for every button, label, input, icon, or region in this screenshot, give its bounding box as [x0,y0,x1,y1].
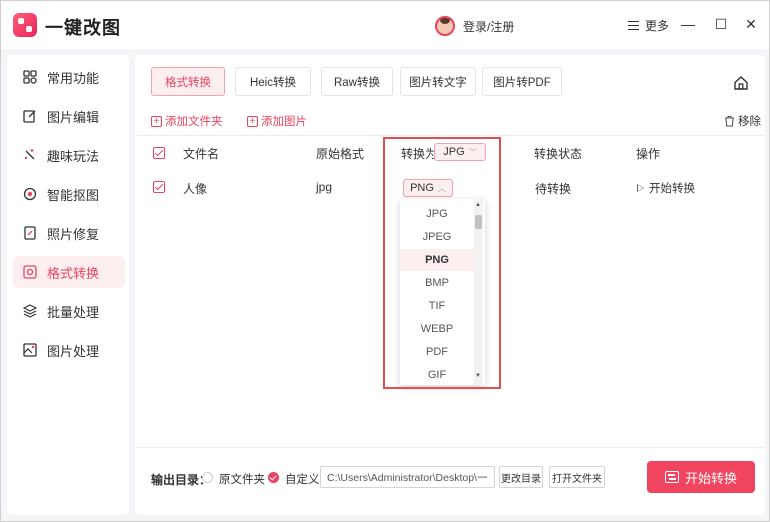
row-original-format: jpg [316,180,333,194]
sidebar-item-repair[interactable]: 照片修复 [13,217,125,249]
header-filename: 文件名 [183,147,220,161]
sidebar: 常用功能 图片编辑 趣味玩法 智能抠图 照片修复 格式转换 批量处理 图片处理 [7,55,129,515]
sidebar-item-edit[interactable]: 图片编辑 [13,100,125,132]
tab-raw-convert[interactable]: Raw转换 [321,67,393,96]
avatar-icon [435,16,455,36]
row-status: 待转换 [535,182,572,196]
start-convert-label: 开始转换 [684,470,737,486]
sidebar-item-label: 智能抠图 [47,187,100,203]
repair-icon [23,226,37,240]
edit-icon [23,109,37,123]
trash-icon [725,115,734,127]
tab-format-convert[interactable]: 格式转换 [151,67,225,96]
scroll-up-icon[interactable]: ▲ [475,202,481,208]
format-option-png[interactable]: PNG [400,249,474,271]
layers-icon [23,304,37,318]
format-option-bmp[interactable]: BMP [400,272,474,294]
remove-button[interactable]: 移除 [724,113,761,129]
image-icon [23,343,37,357]
dropdown-scrollbar[interactable]: ▲ ▼ [474,199,483,385]
sidebar-item-batch[interactable]: 批量处理 [13,295,125,327]
play-icon [637,184,644,192]
chevron-up-icon: ︿ [437,183,446,193]
tab-image-to-pdf[interactable]: 图片转PDF [482,67,562,96]
plus-icon: + [247,115,258,127]
row-action-label: 开始转换 [649,183,695,195]
close-button[interactable]: ✕ [742,15,760,33]
sidebar-item-label: 图片编辑 [47,109,100,125]
maximize-button[interactable]: ☐ [712,15,730,33]
select-all-checkbox[interactable] [153,147,165,159]
format-option-jpg[interactable]: JPG [400,203,474,225]
menu-icon [628,21,639,30]
sidebar-item-label: 常用功能 [47,70,100,86]
tab-heic-convert[interactable]: Heic转换 [235,67,311,96]
change-directory-button[interactable]: 更改目录 [499,466,543,488]
sidebar-item-cutout[interactable]: 智能抠图 [13,178,125,210]
more-menu-button[interactable]: 更多 [628,17,669,34]
convert-all-value: JPG [443,146,465,158]
target-icon [23,187,37,201]
login-label: 登录/注册 [463,19,515,34]
sidebar-item-image-process[interactable]: 图片处理 [13,334,125,366]
radio-original-folder[interactable] [202,472,213,483]
main-panel: 格式转换 Heic转换 Raw转换 图片转文字 图片转PDF + 添加文件夹 +… [135,55,765,515]
radio-custom-folder[interactable] [268,472,279,483]
row-format-value: PNG [410,182,434,194]
remove-label: 移除 [738,116,761,128]
header-action: 操作 [636,147,661,161]
header-convert-to: 转换为 [401,147,438,161]
add-image-label: 添加图片 [261,116,307,128]
start-convert-button[interactable]: 开始转换 [647,461,755,493]
scroll-thumb[interactable] [475,215,482,229]
login-button[interactable]: 登录/注册 [435,16,514,36]
title-bar: 一键改图 登录/注册 更多 — ☐ ✕ [1,1,769,49]
add-folder-label: 添加文件夹 [165,116,223,128]
divider [135,135,765,136]
open-folder-button[interactable]: 打开文件夹 [549,466,605,488]
row-filename: 人像 [183,182,208,196]
sidebar-item-label: 照片修复 [47,226,100,242]
add-folder-button[interactable]: + 添加文件夹 [151,113,223,129]
divider [135,447,765,448]
convert-icon [664,471,679,483]
format-option-pdf[interactable]: PDF [400,341,474,363]
sidebar-item-label: 趣味玩法 [47,148,100,164]
output-path-input[interactable] [320,466,495,488]
header-original-format: 原始格式 [316,147,365,161]
radio-original-folder-label: 原文件夹 [219,474,265,486]
sidebar-item-common[interactable]: 常用功能 [13,61,125,93]
home-icon[interactable] [733,75,749,91]
app-window: 一键改图 登录/注册 更多 — ☐ ✕ 常用功能 图片编辑 趣味玩法 智能抠图 … [0,0,770,522]
app-title: 一键改图 [45,18,121,38]
format-option-gif[interactable]: GIF [400,364,474,385]
sidebar-item-label: 图片处理 [47,343,100,359]
sparkle-icon [23,148,37,162]
convert-icon [23,265,37,279]
radio-custom-folder-label: 自定义 [285,474,320,486]
header-status: 转换状态 [534,147,583,161]
minimize-button[interactable]: — [679,15,697,33]
scroll-down-icon[interactable]: ▼ [475,373,481,379]
sidebar-item-format-convert[interactable]: 格式转换 [13,256,125,288]
add-image-button[interactable]: + 添加图片 [247,113,307,129]
more-label: 更多 [645,19,670,33]
format-option-webp[interactable]: WEBP [400,318,474,340]
grid-icon [23,70,37,84]
convert-all-select[interactable]: JPG ﹀ [434,143,486,161]
plus-icon: + [151,115,162,127]
chevron-down-icon: ﹀ [468,147,477,157]
format-dropdown: JPG JPEG PNG BMP TIF WEBP PDF GIF ▲ ▼ [400,199,485,385]
sidebar-item-fun[interactable]: 趣味玩法 [13,139,125,171]
row-start-convert-button[interactable]: 开始转换 [637,180,695,196]
row-format-select[interactable]: PNG ︿ [403,179,453,197]
app-logo-icon [13,13,37,37]
row-checkbox[interactable] [153,181,165,193]
sidebar-item-label: 格式转换 [47,265,100,281]
sidebar-item-label: 批量处理 [47,304,100,320]
format-option-jpeg[interactable]: JPEG [400,226,474,248]
tab-image-to-text[interactable]: 图片转文字 [400,67,476,96]
format-option-tif[interactable]: TIF [400,295,474,317]
